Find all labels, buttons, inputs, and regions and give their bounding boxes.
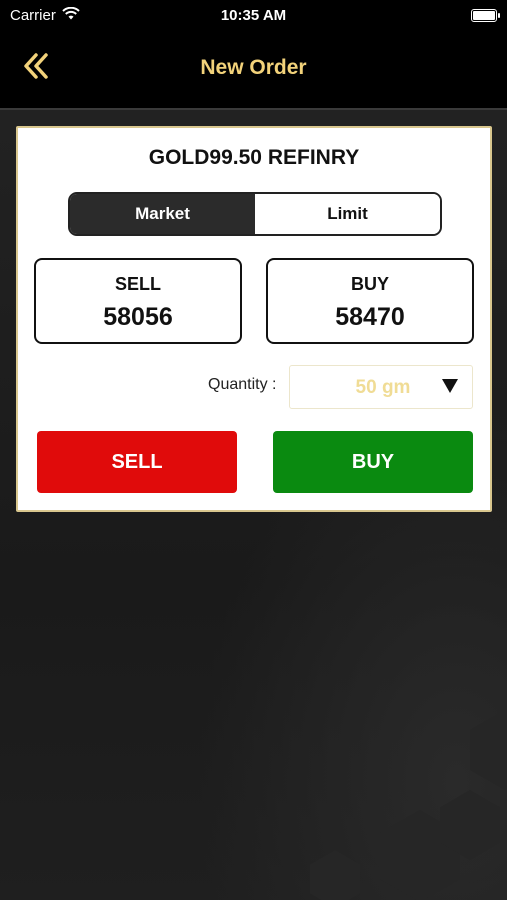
sell-price-box: SELL 58056 xyxy=(34,258,242,344)
tab-limit[interactable]: Limit xyxy=(255,194,440,234)
dropdown-arrow-icon xyxy=(442,379,458,398)
quantity-label: Quantity : xyxy=(208,376,277,393)
nav-bar: New Order xyxy=(0,30,507,110)
order-card: GOLD99.50 REFINRY Market Limit SELL 5805… xyxy=(16,126,492,512)
quantity-dropdown[interactable]: 50 gm xyxy=(289,365,473,409)
buy-price-box: BUY 58470 xyxy=(266,258,474,344)
status-bar: Carrier 10:35 AM xyxy=(0,0,507,30)
buy-price-value: 58470 xyxy=(335,303,405,331)
battery-icon xyxy=(471,8,500,22)
sell-price-label: SELL xyxy=(114,274,161,294)
buy-price-label: BUY xyxy=(350,274,389,294)
carrier-label: Carrier xyxy=(10,6,56,24)
symbol-title: GOLD99.50 REFINRY xyxy=(148,146,360,169)
tab-market[interactable]: Market xyxy=(70,194,255,234)
buy-button[interactable]: BUY xyxy=(273,431,473,493)
sell-button[interactable]: SELL xyxy=(37,431,237,493)
sell-price-value: 58056 xyxy=(103,303,173,331)
page-title: New Order xyxy=(200,56,307,79)
order-type-segment: Market Limit xyxy=(68,192,442,236)
wifi-icon xyxy=(62,6,80,24)
